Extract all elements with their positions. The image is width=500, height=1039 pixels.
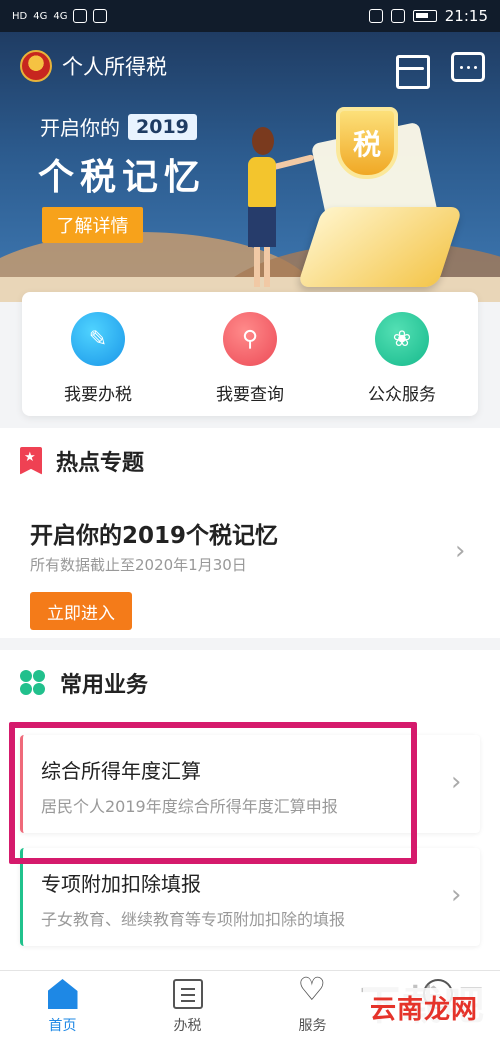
nav-label: 办税	[173, 1018, 202, 1034]
app-header: 个人所得税	[20, 50, 167, 82]
hot-topics-section: 热点专题 开启你的2019个税记忆 所有数据截止至2020年1月30日 › 立即…	[0, 428, 500, 638]
banner-headline: 个税记忆	[38, 157, 207, 198]
home-icon	[47, 979, 78, 1009]
heart-icon	[298, 973, 328, 1009]
banner-prefix: 开启你的	[40, 116, 120, 140]
chevron-right-icon[interactable]: ›	[455, 536, 465, 566]
quick-action-label: 公众服务	[368, 385, 436, 405]
signal-label-1: 4G	[33, 10, 48, 22]
quick-action-public-service[interactable]: ❀ 公众服务	[326, 292, 478, 416]
flower-icon: ❀	[375, 312, 429, 366]
nav-service[interactable]: 服务	[250, 971, 375, 1039]
section-header: 常用业务	[0, 650, 500, 700]
scan-icon[interactable]	[393, 52, 430, 89]
enter-now-button[interactable]: 立即进入	[30, 592, 132, 630]
highlight-annotation	[9, 722, 417, 864]
quick-action-query[interactable]: ⚲ 我要查询	[174, 292, 326, 416]
nav-label: 首页	[48, 1018, 77, 1034]
notification-icon	[93, 9, 108, 23]
woman-illustration	[240, 127, 315, 297]
hd-label: HD	[12, 10, 28, 22]
app-title: 个人所得税	[62, 55, 167, 79]
wifi-icon	[73, 9, 88, 23]
bookmark-icon	[20, 446, 42, 475]
clover-icon	[20, 669, 46, 696]
pencil-icon: ✎	[71, 312, 125, 366]
section-title: 热点专题	[56, 450, 145, 476]
magnifier-icon: ⚲	[223, 312, 277, 366]
signal-label-2: 4G	[53, 10, 68, 22]
tax-shield-icon: 税	[336, 107, 398, 179]
quick-actions-card: ✎ 我要办税 ⚲ 我要查询 ❀ 公众服务	[22, 292, 478, 416]
hero-banner[interactable]: 个人所得税 开启你的 2019 个税记忆 了解详情 税	[0, 32, 500, 302]
document-icon	[172, 979, 203, 1009]
phone-illustration	[297, 207, 463, 287]
section-title: 常用业务	[60, 672, 149, 698]
learn-more-button[interactable]: 了解详情	[42, 207, 143, 243]
section-header: 热点专题	[0, 428, 500, 478]
service-title: 专项附加扣除填报	[41, 872, 201, 896]
quick-action-label: 我要查询	[216, 385, 284, 405]
chevron-right-icon: ›	[451, 767, 462, 797]
hot-topic-subtitle: 所有数据截止至2020年1月30日	[30, 556, 247, 574]
eye-icon	[368, 9, 383, 23]
nav-home[interactable]: 首页	[0, 971, 125, 1039]
nav-tax[interactable]: 办税	[125, 971, 250, 1039]
tax-emblem-icon	[20, 50, 52, 82]
nav-label: 服务	[298, 1018, 327, 1034]
service-subtitle: 子女教育、继续教育等专项附加扣除的填报	[41, 910, 346, 929]
banner-subtitle: 开启你的 2019	[40, 112, 197, 141]
nfc-icon	[390, 9, 405, 23]
battery-icon	[412, 10, 437, 22]
status-time: 21:15	[444, 7, 488, 25]
quick-action-tax[interactable]: ✎ 我要办税	[22, 292, 174, 416]
banner-year-badge: 2019	[128, 113, 197, 140]
status-bar: HD 4G 4G 21:15	[0, 0, 500, 32]
hot-topic-title[interactable]: 开启你的2019个税记忆	[30, 516, 278, 550]
chevron-right-icon: ›	[451, 880, 462, 910]
status-left: HD 4G 4G	[12, 9, 108, 23]
message-icon[interactable]	[451, 52, 485, 82]
watermark-logo: 云南龙网	[363, 988, 485, 1026]
quick-action-label: 我要办税	[64, 385, 132, 405]
status-right: 21:15	[368, 7, 488, 25]
